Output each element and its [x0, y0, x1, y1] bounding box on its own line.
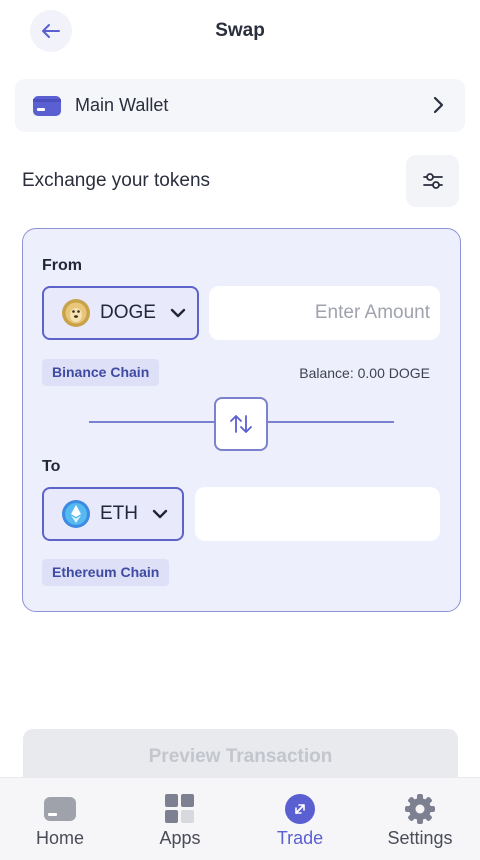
from-chain-badge: Binance Chain [42, 359, 160, 386]
swap-settings-button[interactable] [406, 155, 459, 207]
swap-direction-button[interactable] [214, 397, 268, 451]
from-balance: Balance: 0.00 DOGE [299, 365, 430, 381]
from-label: From [42, 257, 82, 274]
to-chain-badge: Ethereum Chain [42, 559, 170, 586]
wallet-icon [33, 95, 61, 116]
swap-card: From DOGE Binance Chain Balance: 0.00 DO… [22, 228, 461, 612]
nav-label-settings: Settings [387, 828, 453, 848]
nav-label-home: Home [35, 828, 84, 848]
bottom-nav: Home Apps Trade Settings [0, 777, 480, 860]
doge-coin-icon [62, 299, 90, 327]
chevron-down-icon [170, 308, 186, 318]
to-label: To [42, 458, 61, 475]
nav-item-trade[interactable]: Trade [240, 778, 360, 860]
section-heading: Exchange your tokens [22, 170, 211, 191]
nav-label-apps: Apps [159, 828, 201, 848]
header: Swap [0, 0, 480, 64]
nav-label-trade: Trade [276, 828, 324, 848]
page-title: Swap [215, 20, 265, 41]
to-token-select[interactable]: ETH [42, 487, 184, 541]
from-amount-input[interactable] [209, 286, 440, 340]
wallet-icon [44, 797, 76, 821]
swap-arrows-icon [230, 415, 252, 433]
nav-item-home[interactable]: Home [0, 778, 120, 860]
chevron-right-icon [433, 96, 444, 114]
nav-item-apps[interactable]: Apps [120, 778, 240, 860]
wallet-name: Main Wallet [75, 95, 169, 115]
to-token-name: ETH [100, 503, 138, 524]
gear-icon [405, 794, 435, 824]
from-token-name: DOGE [100, 302, 156, 323]
apps-grid-icon [165, 794, 194, 823]
eth-coin-icon [62, 500, 90, 528]
nav-item-settings[interactable]: Settings [360, 778, 480, 860]
chevron-down-icon [152, 509, 168, 519]
from-token-select[interactable]: DOGE [42, 286, 199, 340]
trade-icon [285, 794, 315, 824]
to-amount-input[interactable] [195, 487, 440, 541]
wallet-selector[interactable]: Main Wallet [15, 79, 465, 132]
sliders-icon [422, 173, 443, 189]
